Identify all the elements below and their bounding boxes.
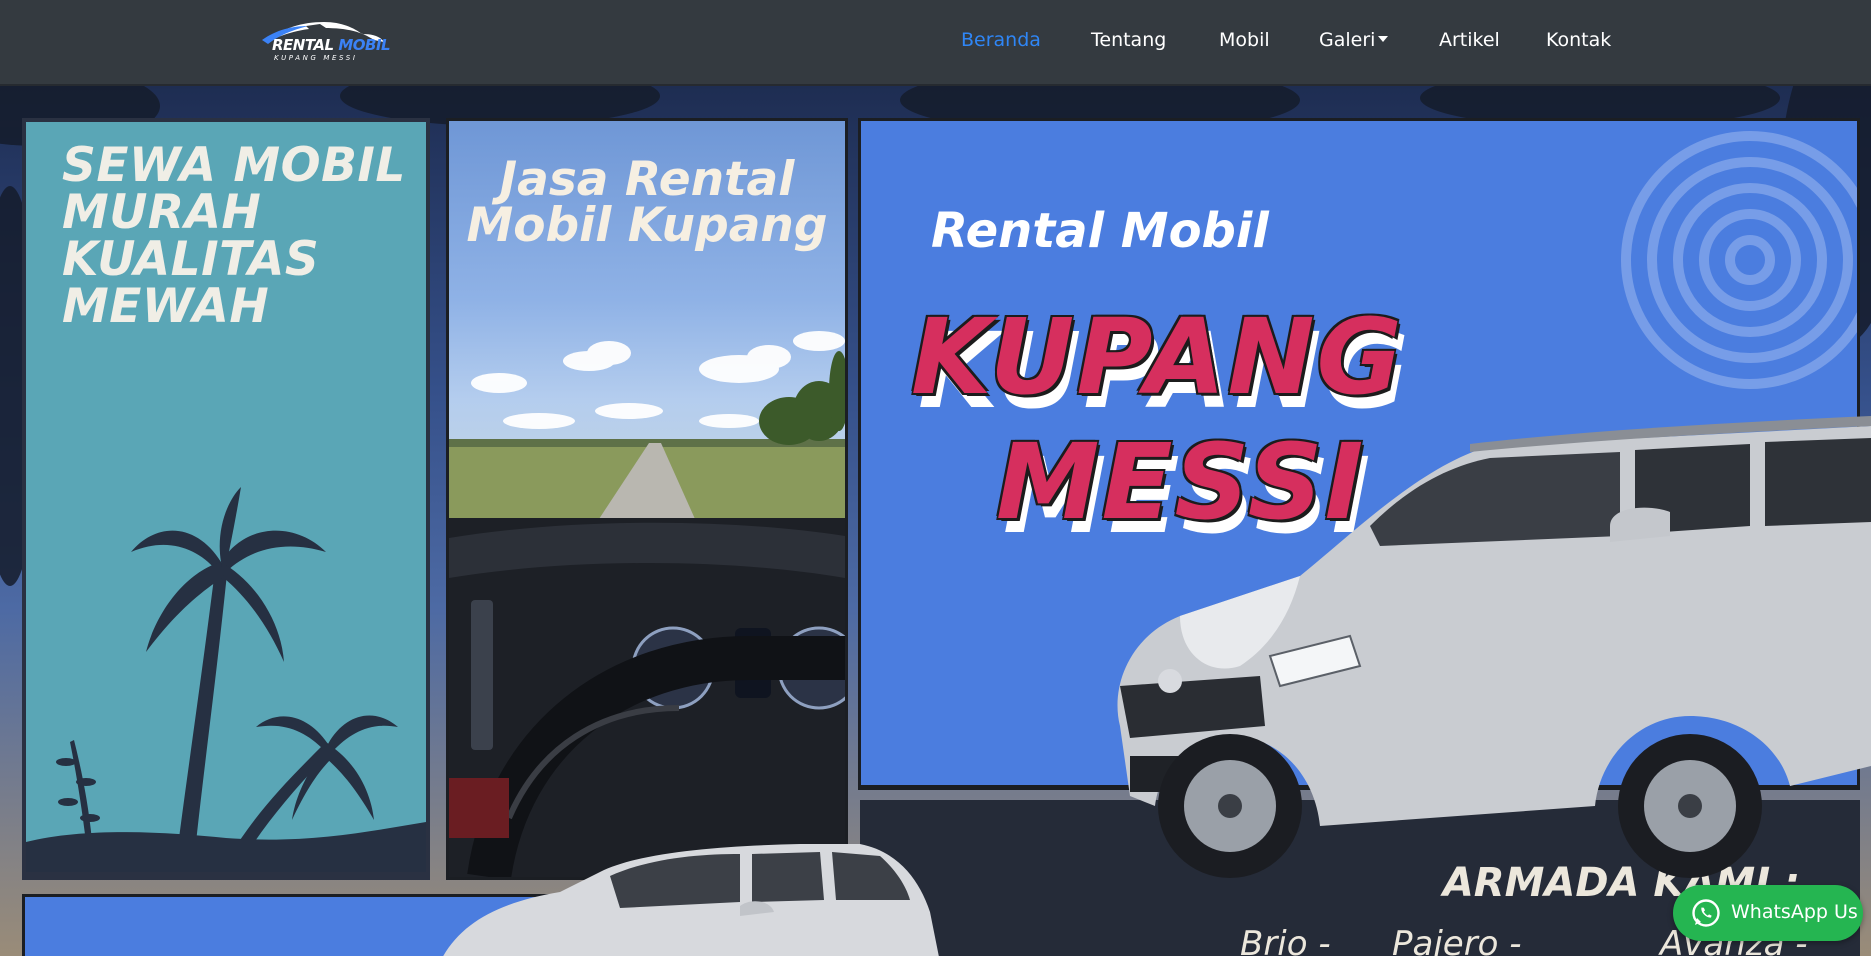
- nav-item-beranda[interactable]: Beranda: [961, 29, 1041, 51]
- promo-heading-line: MEWAH: [62, 279, 270, 334]
- palm-tree-illustration: [26, 487, 426, 872]
- promo-heading-line: MURAH: [62, 185, 262, 240]
- caret-down-icon: [1378, 36, 1389, 42]
- promo-road-heading-line: Mobil Kupang: [466, 198, 828, 253]
- nav-item-galeri[interactable]: Galeri: [1319, 29, 1389, 51]
- navbar: RENTAL MOBIL KUPANG MESSI Beranda Tentan…: [0, 0, 1871, 86]
- whatsapp-label: WhatsApp Us: [1731, 901, 1858, 923]
- promo-panel-teal: SEWA MOBIL MURAH KUALITAS MEWAH: [22, 118, 430, 880]
- promo-road-heading: Jasa Rental Mobil Kupang: [449, 152, 845, 253]
- nav-item-tentang[interactable]: Tentang: [1091, 29, 1166, 51]
- nav-item-artikel[interactable]: Artikel: [1439, 29, 1500, 51]
- whatsapp-button[interactable]: WhatsApp Us: [1673, 885, 1863, 941]
- mpv-image: [443, 844, 939, 956]
- promo-panel-road: Jasa Rental Mobil Kupang: [446, 118, 848, 880]
- promo-heading: SEWA MOBIL MURAH KUALITAS MEWAH: [62, 142, 406, 330]
- promo-heading-line: SEWA MOBIL: [62, 138, 406, 193]
- promo-subtitle: Rental Mobil: [931, 203, 1269, 259]
- main-nav: Beranda Tentang Mobil Galeri Artikel Kon…: [0, 29, 1871, 55]
- nav-item-galeri-label: Galeri: [1319, 29, 1376, 51]
- hero-banner: SEWA MOBIL MURAH KUALITAS MEWAH Jasa Ren…: [0, 86, 1871, 956]
- road-sky-photo: Jasa Rental Mobil Kupang: [449, 121, 845, 519]
- concentric-rings-decoration: [1621, 131, 1857, 389]
- nav-item-mobil[interactable]: Mobil: [1219, 29, 1270, 51]
- promo-road-heading-line: Jasa Rental: [499, 152, 795, 207]
- suv-image: [1117, 416, 1871, 878]
- promo-heading-line: KUALITAS: [62, 232, 320, 287]
- steering-wheel-illustration: [449, 518, 845, 877]
- whatsapp-icon: [1692, 899, 1720, 927]
- promo-panel-teal-inner: SEWA MOBIL MURAH KUALITAS MEWAH: [26, 122, 426, 872]
- nav-item-kontak[interactable]: Kontak: [1546, 29, 1611, 51]
- logo-tagline: KUPANG MESSI: [274, 54, 358, 62]
- dashboard-photo: [449, 518, 845, 877]
